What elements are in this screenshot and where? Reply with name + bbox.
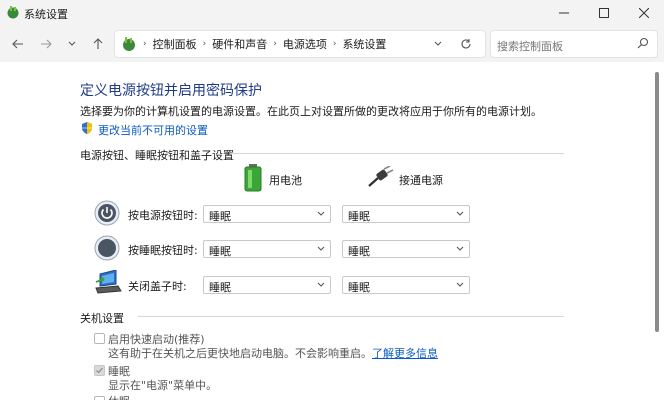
page-title: 定义电源按钮并启用密码保护 — [80, 83, 262, 99]
hibernate-option-label: 休眠 — [108, 393, 130, 400]
control-panel-icon — [6, 5, 20, 19]
fast-startup-description: 这有助于在关机之后更快地启动电脑。不会影响重启。了解更多信息 — [108, 345, 438, 361]
chevron-down-icon — [456, 211, 464, 216]
select-value: 睡眠 — [348, 245, 370, 258]
breadcrumb-item[interactable]: 控制面板 — [153, 36, 197, 52]
battery-column-label: 用电池 — [269, 174, 302, 187]
sleep-button-battery-select[interactable]: 睡眠 — [203, 240, 331, 258]
sleep-button-icon — [94, 235, 120, 261]
lid-close-battery-select[interactable]: 睡眠 — [203, 276, 331, 294]
address-bar[interactable]: › 控制面板 › 硬件和声音 › 电源选项 › 系统设置 — [114, 30, 486, 58]
chevron-down-icon — [456, 246, 464, 251]
vertical-scrollbar[interactable] — [650, 62, 664, 400]
select-value: 睡眠 — [348, 281, 370, 294]
uac-shield-icon — [80, 121, 94, 135]
section-divider — [230, 153, 564, 154]
title-bar: 系统设置 — [0, 0, 664, 26]
up-button[interactable] — [88, 34, 108, 54]
fast-startup-checkbox[interactable] — [94, 333, 105, 344]
plugged-in-column-label: 接通电源 — [399, 174, 443, 187]
search-input[interactable]: 搜索控制面板 — [490, 30, 658, 58]
search-placeholder: 搜索控制面板 — [497, 40, 563, 53]
breadcrumb: › 控制面板 › 硬件和声音 › 电源选项 › 系统设置 — [141, 31, 386, 57]
select-value: 睡眠 — [348, 210, 370, 223]
power-button-icon — [94, 200, 120, 226]
battery-icon — [242, 164, 264, 192]
breadcrumb-item[interactable]: 电源选项 — [283, 36, 327, 52]
select-value: 睡眠 — [209, 281, 231, 294]
power-button-label: 按电源按钮时: — [128, 209, 198, 222]
breadcrumb-item[interactable]: 硬件和声音 — [212, 36, 267, 52]
power-plug-icon — [368, 165, 394, 188]
navigation-bar: › 控制面板 › 硬件和声音 › 电源选项 › 系统设置 搜索控制面板 — [0, 26, 664, 62]
scrollbar-thumb[interactable] — [655, 72, 659, 332]
search-icon[interactable] — [637, 37, 651, 51]
select-value: 睡眠 — [209, 245, 231, 258]
shutdown-section-heading: 关机设置 — [80, 312, 124, 325]
power-button-battery-select[interactable]: 睡眠 — [203, 205, 331, 223]
minimize-button[interactable] — [542, 0, 586, 26]
content-area: 定义电源按钮并启用密码保护 选择要为你的计算机设置的电源设置。在此页上对设置所做… — [0, 62, 650, 400]
section-divider — [138, 316, 564, 317]
sleep-button-plugged-select[interactable]: 睡眠 — [342, 240, 470, 258]
power-button-plugged-select[interactable]: 睡眠 — [342, 205, 470, 223]
breadcrumb-item[interactable]: 系统设置 — [342, 36, 386, 52]
lid-close-label: 关闭盖子时: — [128, 280, 187, 293]
back-button[interactable] — [8, 34, 28, 54]
control-panel-icon — [121, 36, 137, 52]
sleep-option-description: 显示在"电源"菜单中。 — [108, 379, 218, 392]
close-button[interactable] — [622, 0, 664, 26]
recent-locations-chevron-icon[interactable] — [62, 34, 82, 54]
breadcrumb-separator-icon[interactable]: › — [141, 39, 149, 49]
refresh-icon[interactable] — [459, 37, 473, 51]
chevron-down-icon — [317, 246, 325, 251]
breadcrumb-separator-icon[interactable]: › — [271, 39, 279, 49]
change-unavailable-settings-link[interactable]: 更改当前不可用的设置 — [98, 122, 208, 138]
select-value: 睡眠 — [209, 210, 231, 223]
page-description: 选择要为你的计算机设置的电源设置。在此页上对设置所做的更改将应用于你所有的电源计… — [80, 105, 542, 118]
power-section-heading: 电源按钮、睡眠按钮和盖子设置 — [80, 149, 234, 162]
checkmark-icon — [96, 367, 103, 374]
sleep-checkbox[interactable] — [94, 365, 105, 376]
laptop-lid-icon — [94, 269, 122, 296]
forward-button[interactable] — [36, 34, 56, 54]
window-title: 系统设置 — [24, 8, 68, 21]
maximize-button[interactable] — [582, 0, 626, 26]
breadcrumb-separator-icon[interactable]: › — [331, 39, 339, 49]
lid-close-plugged-select[interactable]: 睡眠 — [342, 276, 470, 294]
sleep-button-label: 按睡眠按钮时: — [128, 244, 198, 257]
chevron-down-icon — [456, 282, 464, 287]
chevron-down-icon — [317, 211, 325, 216]
fast-startup-description-text: 这有助于在关机之后更快地启动电脑。不会影响重启。 — [108, 347, 372, 360]
breadcrumb-separator-icon[interactable]: › — [201, 39, 209, 49]
chevron-down-icon — [317, 282, 325, 287]
address-dropdown-chevron-icon[interactable] — [431, 37, 445, 51]
hibernate-checkbox[interactable] — [94, 396, 105, 400]
learn-more-link[interactable]: 了解更多信息 — [372, 347, 438, 360]
